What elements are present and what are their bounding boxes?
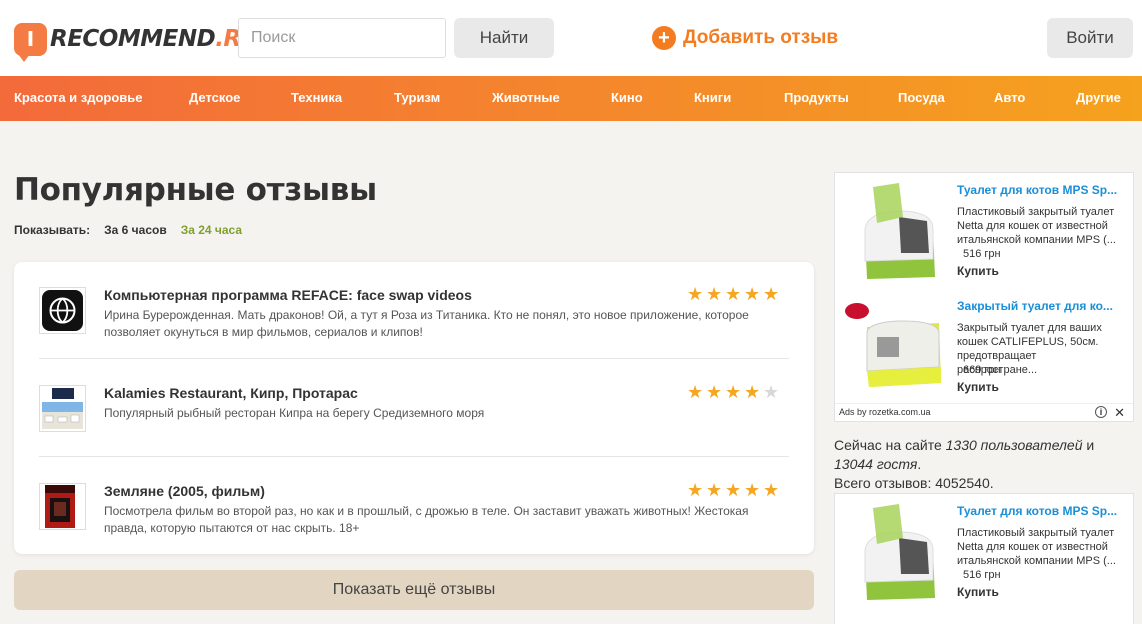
stats-guests-count: 13044 гостя bbox=[834, 456, 918, 472]
star-icon: ★ bbox=[706, 284, 723, 305]
filter-6h[interactable]: За 6 часов bbox=[104, 223, 167, 237]
star-icon: ★ bbox=[763, 480, 780, 501]
ad-title[interactable]: Туалет для котов MPS Sp... bbox=[957, 183, 1125, 197]
reface-logo-icon bbox=[42, 290, 83, 331]
star-icon: ★ bbox=[725, 480, 742, 501]
cat-litter-box-image[interactable] bbox=[843, 297, 949, 397]
ad-price: 669 грн bbox=[963, 364, 1001, 376]
ad-item[interactable]: Закрытый туалет для ко... Закрытый туале… bbox=[835, 289, 1133, 399]
rating-stars: ★ ★ ★ ★ ★ bbox=[687, 480, 782, 501]
ad-item[interactable]: Туалет для котов MPS Sp... Пластиковый з… bbox=[835, 494, 1133, 604]
show-label: Показывать: bbox=[14, 223, 91, 237]
nav-item-tourism[interactable]: Туризм bbox=[394, 90, 440, 105]
review-title[interactable]: Земляне (2005, фильм) bbox=[104, 483, 265, 499]
nav-item-dishes[interactable]: Посуда bbox=[898, 90, 945, 105]
ad-title[interactable]: Закрытый туалет для ко... bbox=[957, 299, 1125, 313]
ad-title[interactable]: Туалет для котов MPS Sp... bbox=[957, 504, 1125, 518]
star-icon: ★ bbox=[725, 382, 742, 403]
review-item[interactable]: Земляне (2005, фильм) ★ ★ ★ ★ ★ Посмотрела ф… bbox=[39, 480, 789, 535]
close-icon[interactable]: ✕ bbox=[1114, 404, 1125, 421]
divider bbox=[39, 358, 789, 359]
star-icon: ★ bbox=[706, 382, 723, 403]
review-excerpt[interactable]: Популярный рыбный ресторан Кипра на бере… bbox=[104, 405, 794, 422]
star-icon: ★ bbox=[706, 480, 723, 501]
stats-total-reviews: Всего отзывов: 4052540. bbox=[834, 475, 994, 491]
review-item[interactable]: Компьютерная программа REFACE: face swap… bbox=[39, 284, 789, 339]
nav-item-cinema[interactable]: Кино bbox=[611, 90, 643, 105]
review-thumbnail[interactable] bbox=[39, 483, 86, 530]
nav-item-animals[interactable]: Животные bbox=[492, 90, 560, 105]
ad-buy-link[interactable]: Купить bbox=[957, 264, 999, 278]
review-thumbnail[interactable] bbox=[39, 287, 86, 334]
ads-by-label: Ads by rozetka.com.ua bbox=[839, 407, 931, 417]
cat-litter-box-image[interactable] bbox=[843, 502, 949, 602]
ad-description: Пластиковый закрытый туалет Netta для ко… bbox=[957, 527, 1116, 567]
review-excerpt[interactable]: Ирина Бурерожденная. Мать драконов! Ой, … bbox=[104, 307, 794, 341]
ad-item[interactable]: Туалет для котов MPS Sp... Пластиковый з… bbox=[835, 173, 1133, 283]
logo-text: RECOMMEND.RU bbox=[50, 26, 259, 52]
review-title[interactable]: Компьютерная программа REFACE: face swap… bbox=[104, 287, 472, 303]
ad-block: Туалет для котов MPS Sp... Пластиковый з… bbox=[834, 493, 1134, 624]
nav-item-books[interactable]: Книги bbox=[694, 90, 731, 105]
info-icon[interactable]: i bbox=[1095, 406, 1107, 418]
ad-buy-link[interactable]: Купить bbox=[957, 585, 999, 599]
restaurant-photo-icon bbox=[40, 386, 85, 431]
star-icon: ★ bbox=[725, 284, 742, 305]
stats-prefix: Сейчас на сайте bbox=[834, 437, 946, 453]
show-more-button[interactable]: Показать ещё отзывы bbox=[14, 570, 814, 610]
reviews-list: Компьютерная программа REFACE: face swap… bbox=[14, 262, 814, 554]
page-title: Популярные отзывы bbox=[14, 172, 377, 208]
rating-stars: ★ ★ ★ ★ ★ bbox=[687, 382, 782, 403]
nav-item-beauty[interactable]: Красота и здоровье bbox=[14, 90, 143, 105]
star-icon: ★ bbox=[744, 284, 761, 305]
stats-dot: . bbox=[917, 456, 922, 472]
nav-item-kids[interactable]: Детское bbox=[189, 90, 240, 105]
plus-circle-icon: + bbox=[652, 26, 676, 50]
add-review-link[interactable]: + Добавить отзыв bbox=[652, 26, 838, 50]
ad-block: Туалет для котов MPS Sp... Пластиковый з… bbox=[834, 172, 1134, 422]
category-nav: Красота и здоровье Детское Техника Туриз… bbox=[0, 76, 1142, 121]
ad-buy-link[interactable]: Купить bbox=[957, 380, 999, 394]
logo-mark: I bbox=[14, 22, 47, 62]
ad-description: Пластиковый закрытый туалет Netta для ко… bbox=[957, 206, 1116, 246]
filter-24h[interactable]: За 24 часа bbox=[181, 223, 242, 237]
site-logo[interactable]: I RECOMMEND.RU bbox=[14, 22, 259, 62]
login-button[interactable]: Войти bbox=[1047, 18, 1133, 58]
add-review-label: Добавить отзыв bbox=[683, 27, 839, 48]
rating-stars: ★ ★ ★ ★ ★ bbox=[687, 284, 782, 305]
star-icon: ★ bbox=[744, 382, 761, 403]
divider bbox=[39, 456, 789, 457]
nav-item-other[interactable]: Другие bbox=[1076, 90, 1121, 105]
film-poster-icon bbox=[40, 484, 85, 529]
nav-item-tech[interactable]: Техника bbox=[291, 90, 342, 105]
find-button[interactable]: Найти bbox=[454, 18, 554, 58]
stats-users-count: 1330 пользователей bbox=[945, 437, 1083, 453]
star-empty-icon: ★ bbox=[763, 382, 780, 403]
star-icon: ★ bbox=[687, 480, 704, 501]
star-icon: ★ bbox=[763, 284, 780, 305]
star-icon: ★ bbox=[687, 284, 704, 305]
nav-item-auto[interactable]: Авто bbox=[994, 90, 1025, 105]
nav-item-food[interactable]: Продукты bbox=[784, 90, 849, 105]
star-icon: ★ bbox=[687, 382, 704, 403]
review-thumbnail[interactable] bbox=[39, 385, 86, 432]
cat-litter-box-image[interactable] bbox=[843, 181, 949, 281]
review-item[interactable]: Kalamies Restaurant, Кипр, Протарас ★ ★ ★ ★… bbox=[39, 382, 789, 435]
review-title[interactable]: Kalamies Restaurant, Кипр, Протарас bbox=[104, 385, 358, 401]
period-filter: Показывать: За 6 часов За 24 часа bbox=[14, 223, 256, 237]
stats-and: и bbox=[1082, 437, 1095, 453]
ad-price: 516 грн bbox=[963, 248, 1001, 260]
star-icon: ★ bbox=[744, 480, 761, 501]
ad-price: 516 грн bbox=[963, 569, 1001, 581]
header: I RECOMMEND.RU Найти + Добавить отзыв Во… bbox=[0, 0, 1142, 76]
search-input[interactable] bbox=[238, 18, 446, 58]
site-stats: Сейчас на сайте 1330 пользователей и 130… bbox=[834, 436, 1134, 493]
review-excerpt[interactable]: Посмотрела фильм во второй раз, но как и… bbox=[104, 503, 794, 537]
ads-footer: Ads by rozetka.com.ua i ✕ bbox=[835, 403, 1133, 421]
